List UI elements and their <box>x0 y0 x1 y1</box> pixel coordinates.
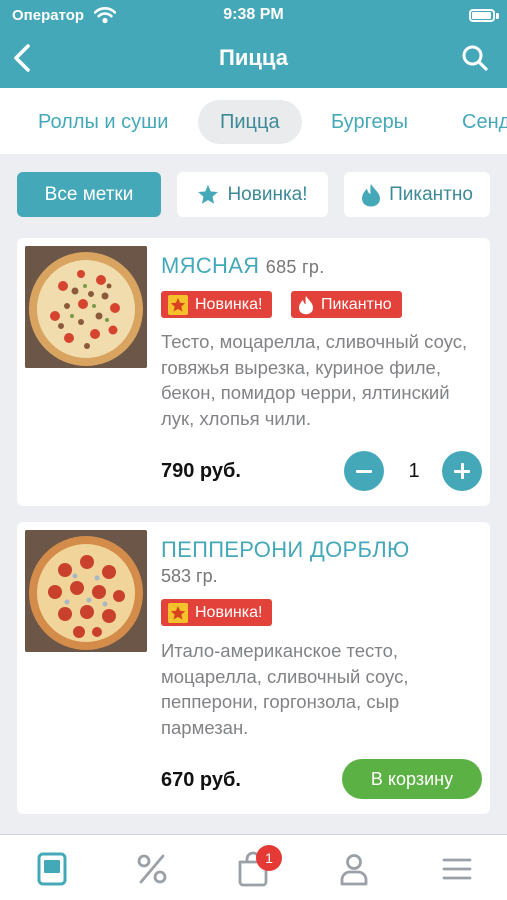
star-badge-icon <box>168 294 188 315</box>
filter-new-button[interactable]: Новинка! <box>177 172 328 217</box>
flame-icon <box>362 183 381 206</box>
discount-icon[interactable] <box>134 851 170 887</box>
profile-icon[interactable] <box>336 851 372 887</box>
badge-new: Новинка! <box>161 599 273 626</box>
top-bar: Оператор 9:38 PM Пицца <box>0 0 507 88</box>
cart-count-badge: 1 <box>256 845 282 871</box>
product-price: 790 руб. <box>161 460 241 482</box>
flame-badge-icon <box>299 295 313 314</box>
hamburger-menu-icon[interactable] <box>439 851 475 887</box>
category-tabs: Роллы и суши Пицца Бургеры Сендвичи <box>0 88 507 154</box>
badge-spicy: Пикантно <box>291 291 402 318</box>
status-bar: Оператор 9:38 PM <box>0 0 507 32</box>
filter-spicy-label: Пикантно <box>389 183 473 205</box>
category-tab-sandwiches[interactable]: Сендвичи <box>440 100 507 144</box>
product-name: ПЕППЕРОНИ ДОРБЛЮ <box>161 537 410 562</box>
battery-tip <box>496 13 499 19</box>
product-weight: 583 гр. <box>161 566 218 586</box>
category-tab-pizza[interactable]: Пицца <box>198 100 302 144</box>
star-icon <box>198 184 219 204</box>
quantity-value: 1 <box>408 460 420 482</box>
search-icon[interactable] <box>461 44 489 72</box>
product-title: МЯСНАЯ 685 гр. <box>161 253 325 279</box>
product-card[interactable]: ПЕППЕРОНИ ДОРБЛЮ 583 гр. Новинка! Итало-… <box>17 522 490 814</box>
add-to-cart-button[interactable]: В корзину <box>342 759 482 799</box>
filter-new-label: Новинка! <box>227 183 308 205</box>
battery-icon <box>469 9 495 22</box>
quantity-decrease-button[interactable] <box>344 451 384 491</box>
pizza-photo <box>25 246 147 368</box>
badge-new-label: Новинка! <box>195 603 263 621</box>
filter-all-label: Все метки <box>44 183 134 205</box>
product-name: МЯСНАЯ <box>161 253 260 278</box>
clock: 9:38 PM <box>223 6 284 23</box>
badge-spicy-label: Пикантно <box>321 295 392 313</box>
badge-new: Новинка! <box>161 291 273 318</box>
product-weight: 685 гр. <box>265 257 325 277</box>
filter-spicy-button[interactable]: Пикантно <box>344 172 490 217</box>
category-tab-rolls[interactable]: Роллы и суши <box>16 100 190 144</box>
tab-bar <box>0 834 507 900</box>
product-price: 670 руб. <box>161 769 241 791</box>
product-description: Итало-американское тесто, моцарелла, сли… <box>161 640 409 738</box>
category-tab-burgers[interactable]: Бургеры <box>309 100 430 144</box>
menu-catalog-icon[interactable] <box>34 851 70 887</box>
page-title: Пицца <box>219 45 288 70</box>
badge-new-label: Новинка! <box>195 295 263 313</box>
star-badge-icon <box>168 602 188 623</box>
quantity-increase-button[interactable] <box>442 451 482 491</box>
pizza-photo <box>25 530 147 652</box>
filter-all-tags-button[interactable]: Все метки <box>17 172 161 217</box>
product-card[interactable]: МЯСНАЯ 685 гр. Новинка! Пикантно Тесто, … <box>17 238 490 506</box>
product-description: Тесто, моцарелла, сливочный соус, говяжь… <box>161 331 468 429</box>
